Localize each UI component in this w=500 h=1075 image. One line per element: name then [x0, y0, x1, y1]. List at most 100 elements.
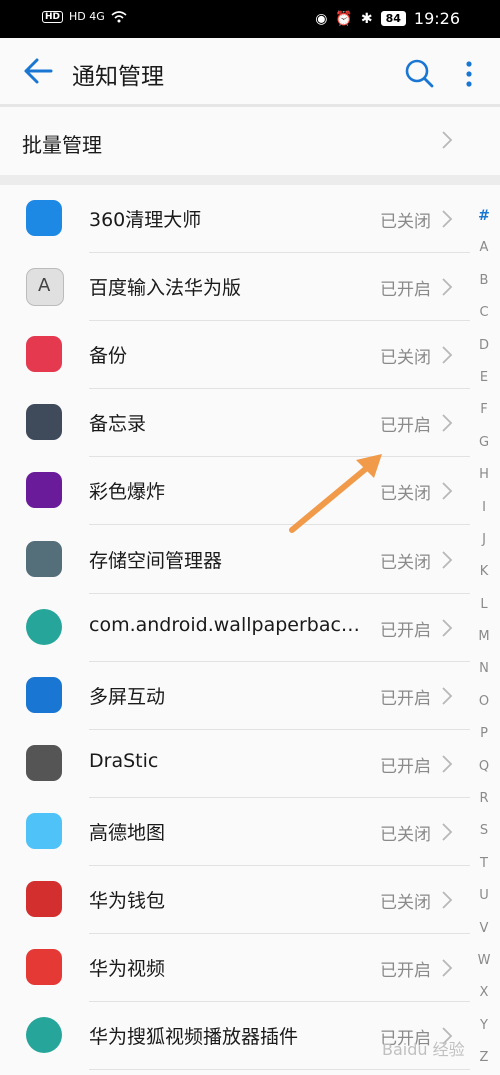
index-letter[interactable]: M — [472, 621, 496, 653]
index-letter[interactable]: P — [472, 718, 496, 750]
chevron-right-icon — [442, 823, 453, 841]
index-letter[interactable]: D — [472, 330, 496, 362]
alphabet-index[interactable]: # A B C D E F G H I J K L M N O P Q R S T U V W X Y Z — [472, 200, 496, 1075]
batch-manage-row[interactable]: 批量管理 — [0, 107, 500, 175]
chevron-right-icon — [442, 959, 453, 977]
eye-comfort-icon: ◉ — [315, 10, 328, 27]
batch-manage-label: 批量管理 — [22, 133, 102, 157]
color-burst-icon — [26, 472, 62, 509]
index-letter[interactable]: G — [472, 427, 496, 459]
map-icon — [26, 812, 62, 849]
index-letter[interactable]: # — [472, 200, 496, 232]
notification-status: 已开启 — [380, 756, 431, 777]
row-divider — [89, 1069, 470, 1071]
app-row[interactable]: DraStic 已开启 — [0, 730, 470, 798]
index-letter[interactable]: L — [472, 589, 496, 621]
notification-status: 已开启 — [380, 280, 431, 301]
android-icon — [26, 608, 62, 645]
index-letter[interactable]: O — [472, 686, 496, 718]
wifi-icon — [111, 10, 127, 22]
chevron-right-icon — [442, 414, 453, 432]
notification-status: 已关闭 — [380, 893, 431, 913]
signal-indicators: HD HD 4G — [42, 10, 127, 23]
storage-icon — [26, 540, 62, 577]
app-name: 华为视频 — [89, 958, 166, 981]
chevron-right-icon — [442, 687, 453, 705]
app-row[interactable]: 备份 已关闭 — [0, 321, 470, 390]
index-letter[interactable]: A — [472, 232, 496, 264]
index-letter[interactable]: B — [472, 265, 496, 297]
notification-status: 已开启 — [380, 688, 431, 709]
broom-icon — [26, 200, 62, 236]
chevron-right-icon — [442, 755, 453, 773]
save-disk-icon — [26, 336, 62, 373]
network-type: HD 4G — [69, 10, 105, 23]
back-arrow-icon[interactable] — [22, 56, 54, 86]
app-name: com.android.wallpaperbac… — [89, 613, 360, 636]
index-letter[interactable]: U — [472, 880, 496, 912]
app-bar: 通知管理 — [0, 38, 500, 104]
notification-status: 已开启 — [380, 416, 431, 437]
section-gap — [0, 175, 500, 185]
app-name: 百度输入法华为版 — [89, 277, 242, 300]
app-row[interactable]: 彩色爆炸 已关闭 — [0, 457, 470, 526]
app-name: 存储空间管理器 — [89, 549, 223, 572]
index-letter[interactable]: I — [472, 492, 496, 524]
index-letter[interactable]: X — [472, 977, 496, 1009]
index-letter[interactable]: N — [472, 653, 496, 685]
app-name: 彩色爆炸 — [89, 481, 166, 504]
index-letter[interactable]: F — [472, 394, 496, 426]
notification-status: 已关闭 — [380, 348, 431, 369]
app-row[interactable]: A 百度输入法华为版 已开启 — [0, 253, 470, 322]
chevron-right-icon — [442, 346, 453, 364]
app-name: 高德地图 — [89, 821, 166, 844]
app-row[interactable]: 华为钱包 已关闭 — [0, 866, 470, 934]
keyboard-a-icon: A — [26, 268, 64, 307]
alarm-icon: ⏰ — [335, 10, 353, 27]
app-row[interactable]: 多屏互动 已开启 — [0, 662, 470, 730]
page-title: 通知管理 — [72, 64, 164, 90]
app-name: 多屏互动 — [89, 685, 166, 708]
app-row[interactable]: 存储空间管理器 已关闭 — [0, 526, 470, 594]
clock: 19:26 — [413, 9, 460, 28]
app-name: 备份 — [89, 345, 128, 368]
notification-status: 已关闭 — [380, 552, 431, 573]
index-letter[interactable]: K — [472, 556, 496, 588]
app-row[interactable]: 360清理大师 已关闭 — [0, 185, 470, 253]
app-row[interactable]: 高德地图 已关闭 — [0, 798, 470, 866]
wallet-icon — [26, 881, 62, 917]
index-letter[interactable]: J — [472, 524, 496, 556]
index-letter[interactable]: H — [472, 459, 496, 491]
multiscreen-icon — [26, 676, 62, 713]
app-name: 华为搜狐视频播放器插件 — [89, 1026, 299, 1049]
index-letter[interactable]: Y — [472, 1010, 496, 1042]
index-letter[interactable]: Q — [472, 751, 496, 783]
more-options-icon[interactable] — [462, 60, 476, 88]
index-letter[interactable]: Z — [472, 1042, 496, 1074]
chevron-right-icon — [442, 482, 453, 501]
index-letter[interactable]: C — [472, 297, 496, 329]
notepad-icon — [26, 404, 62, 441]
chevron-right-icon — [442, 278, 453, 296]
index-letter[interactable]: S — [472, 815, 496, 847]
index-letter[interactable]: W — [472, 945, 496, 977]
index-letter[interactable]: V — [472, 913, 496, 945]
index-letter[interactable]: T — [472, 848, 496, 880]
notification-status: 已开启 — [380, 961, 431, 982]
app-row[interactable]: 备忘录 已开启 — [0, 389, 470, 458]
system-indicators: ◉ ⏰ ✱ 84 19:26 — [315, 9, 460, 28]
annotation-arrow — [289, 454, 382, 533]
chevron-right-icon — [442, 131, 453, 149]
chevron-right-icon — [442, 550, 453, 569]
app-row[interactable]: 华为视频 已开启 — [0, 934, 470, 1003]
hd-badge: HD — [42, 10, 64, 23]
chevron-right-icon — [442, 618, 453, 637]
index-letter[interactable]: E — [472, 362, 496, 394]
notification-status: 已关闭 — [380, 212, 431, 232]
app-row[interactable]: com.android.wallpaperbac… 已开启 — [0, 594, 470, 662]
search-icon[interactable] — [404, 58, 434, 88]
app-name: 华为钱包 — [89, 890, 166, 912]
index-letter[interactable]: R — [472, 783, 496, 815]
status-bar: HD HD 4G ◉ ⏰ ✱ 84 19:26 — [0, 0, 500, 38]
video-play-icon — [26, 949, 62, 986]
